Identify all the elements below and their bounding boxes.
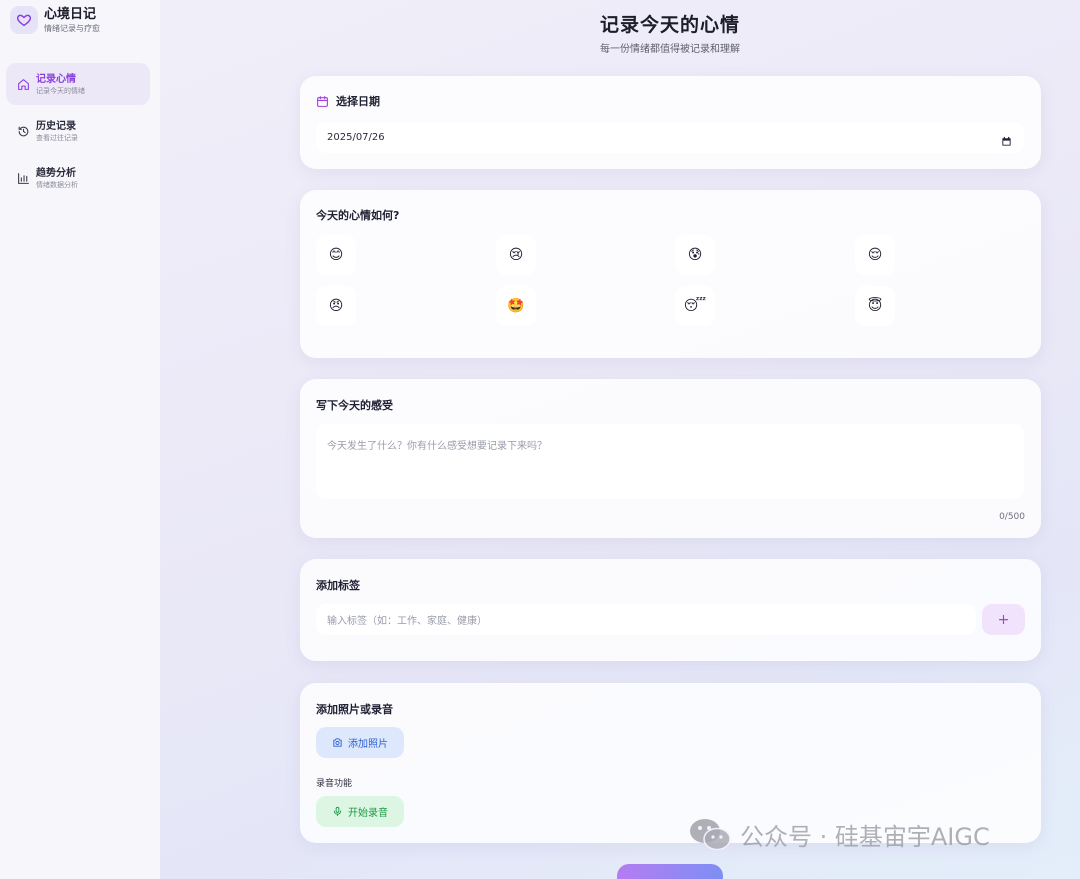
mood-calm-button[interactable]: 😌: [855, 235, 895, 275]
date-card-title: 选择日期: [316, 93, 380, 109]
bar-chart-icon: [16, 171, 30, 185]
feelings-card-title: 写下今天的感受: [316, 399, 393, 412]
mood-anxious-button[interactable]: 😰: [675, 235, 715, 275]
start-recording-button[interactable]: 开始录音: [316, 796, 404, 827]
tag-card: 添加标签 输入标签（如：工作、家庭、健康） +: [300, 559, 1041, 661]
watermark: 公众号 · 硅基宙宇AIGC: [688, 816, 990, 852]
feelings-textarea[interactable]: 今天发生了什么？你有什么感受想要记录下来吗？: [316, 424, 1024, 499]
add-tag-button[interactable]: +: [982, 604, 1025, 635]
sidebar: 心境日记 情绪记录与疗愈 记录心情 记录今天的情绪 历史记录 查看过往记录 趋势…: [0, 0, 160, 879]
page-title: 记录今天的心情: [599, 14, 740, 36]
nav-sub: 情绪数据分析: [36, 180, 78, 189]
history-icon: [16, 124, 30, 138]
wechat-icon: [688, 816, 732, 852]
heart-icon: [10, 6, 38, 34]
mood-happy-button[interactable]: 😊: [316, 235, 356, 275]
camera-icon: [332, 737, 343, 748]
page-subtitle: 每一份情绪都值得被记录和理解: [600, 44, 740, 55]
media-card-title: 添加照片或录音: [316, 703, 393, 716]
save-button[interactable]: [617, 864, 723, 879]
add-photo-label: 添加照片: [348, 739, 388, 750]
mood-blessed-button[interactable]: 😇: [855, 286, 895, 326]
date-value: 2025/07/26: [327, 132, 385, 143]
date-card: 选择日期 2025/07/26: [300, 76, 1041, 169]
nav-item-record[interactable]: 记录心情 记录今天的情绪: [6, 63, 150, 105]
microphone-icon: [332, 806, 343, 817]
brand-subtitle: 情绪记录与疗愈: [44, 24, 100, 33]
mood-card-title: 今天的心情如何?: [316, 209, 400, 222]
mood-tired-button[interactable]: 😴: [675, 286, 715, 326]
nav-sub: 记录今天的情绪: [36, 86, 85, 95]
char-counter: 0/500: [999, 512, 1025, 522]
record-section-label: 录音功能: [316, 779, 353, 789]
feelings-card: 写下今天的感受 今天发生了什么？你有什么感受想要记录下来吗？ 0/500: [300, 379, 1041, 538]
nav-sub: 查看过往记录: [36, 133, 78, 142]
watermark-text: 公众号 · 硅基宙宇AIGC: [740, 822, 990, 851]
calendar-icon: [316, 95, 329, 108]
mood-sad-button[interactable]: 😢: [496, 235, 536, 275]
date-card-title-text: 选择日期: [336, 95, 380, 108]
mood-excited-button[interactable]: 🤩: [496, 286, 536, 326]
nav-item-trends[interactable]: 趋势分析 情绪数据分析: [6, 157, 150, 199]
date-input[interactable]: 2025/07/26: [316, 122, 1024, 153]
tag-input[interactable]: 输入标签（如：工作、家庭、健康）: [316, 604, 976, 635]
nav-label: 趋势分析: [36, 167, 76, 179]
nav-label: 历史记录: [36, 120, 76, 132]
tag-placeholder: 输入标签（如：工作、家庭、健康）: [327, 616, 487, 627]
add-photo-button[interactable]: 添加照片: [316, 727, 404, 758]
mood-card: 今天的心情如何? 😊 😢 😰 😌 😠 🤩 😴 😇: [300, 190, 1041, 358]
tag-card-title: 添加标签: [316, 579, 360, 592]
brand-title: 心境日记: [44, 7, 97, 22]
nav-label: 记录心情: [36, 73, 76, 85]
calendar-picker-icon[interactable]: [1001, 132, 1012, 151]
brand: 心境日记 情绪记录与疗愈: [10, 6, 100, 34]
start-recording-label: 开始录音: [348, 808, 388, 819]
feelings-placeholder: 今天发生了什么？你有什么感受想要记录下来吗？: [327, 441, 547, 452]
nav-item-history[interactable]: 历史记录 查看过往记录: [6, 110, 150, 152]
mood-angry-button[interactable]: 😠: [316, 286, 356, 326]
home-icon: [16, 77, 30, 91]
